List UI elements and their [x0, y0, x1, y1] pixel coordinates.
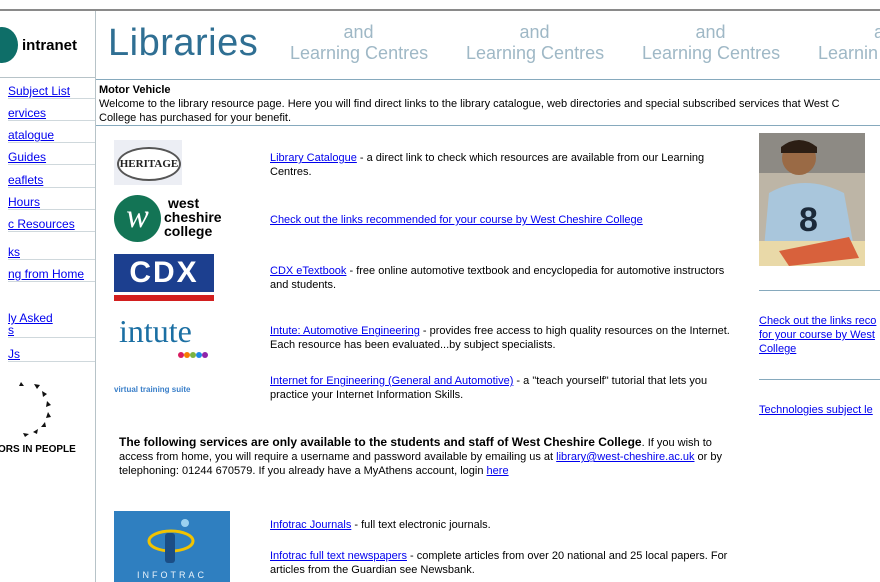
- top-border: [0, 9, 880, 11]
- sidebar-item-learning-from-home[interactable]: ng from Home: [8, 267, 95, 282]
- intute-dots-icon: [178, 349, 208, 361]
- header-divider: [96, 79, 880, 80]
- intro-divider: [96, 125, 880, 126]
- intute-link[interactable]: Intute: Automotive Engineering: [270, 325, 420, 337]
- cdx-logo-text: CDX: [114, 254, 214, 292]
- library-catalogue-link[interactable]: Library Catalogue: [270, 152, 357, 164]
- subscribed-services-note: The following services are only availabl…: [119, 435, 749, 478]
- cdx-logo[interactable]: CDX: [114, 254, 214, 302]
- sidebar-item-faq-line2[interactable]: s: [8, 323, 95, 338]
- resource-library-catalogue: Library Catalogue - a direct link to che…: [270, 151, 740, 179]
- slogan-2: and Learning Centres: [466, 22, 605, 63]
- resource-intute: Intute: Automotive Engineering - provide…: [270, 324, 740, 352]
- sidebar-item-links[interactable]: ks: [8, 245, 95, 260]
- right-course-links-link[interactable]: Check out the links reco for your course…: [759, 314, 876, 356]
- right-divider-1: [759, 290, 880, 291]
- resource-internet-for-engineering: Internet for Engineering (General and Au…: [270, 374, 740, 402]
- sidebar-item-hours[interactable]: Hours: [8, 195, 95, 210]
- infotrac-logo[interactable]: INFOTRAC: [114, 511, 230, 582]
- investors-in-people-text: ORS IN PEOPLE: [0, 444, 76, 455]
- sidebar-item-contact-us[interactable]: Js: [8, 347, 95, 362]
- heritage-logo-text: HERITAGE: [117, 147, 181, 181]
- infotrac-newspapers-link[interactable]: Infotrac full text newspapers: [270, 550, 407, 562]
- resource-cdx-etextbook: CDX eTextbook - free online automotive t…: [270, 264, 740, 292]
- myathens-login-link[interactable]: here: [487, 465, 509, 477]
- slogan-1: and Learning Centres: [290, 22, 429, 63]
- wcc-emblem-icon: w: [114, 195, 161, 242]
- resource-infotrac-journals: Infotrac Journals - full text electronic…: [270, 518, 740, 532]
- intro-text-line1: Welcome to the library resource page. He…: [99, 98, 840, 110]
- resource-course-links: Check out the links recommended for your…: [270, 213, 740, 227]
- infotrac-logo-text: INFOTRAC: [137, 570, 207, 580]
- intute-logo-text: intute: [119, 313, 192, 349]
- virtual-training-suite-logo[interactable]: virtual training suite: [114, 385, 234, 395]
- cdx-logo-bar: [114, 295, 214, 301]
- intro-text-line2: College has purchased for your benefit.: [99, 112, 292, 124]
- right-subject-leaflet-link[interactable]: Technologies subject le: [759, 403, 873, 417]
- wcc-logo-text: west cheshire college: [164, 195, 222, 239]
- sidebar-item-services[interactable]: ervices: [8, 106, 95, 121]
- svg-text:8: 8: [799, 201, 818, 239]
- sidebar-item-leaflets[interactable]: eaflets: [8, 173, 95, 188]
- laurel-wreath-icon: [19, 382, 51, 437]
- sidebar-item-subject-list[interactable]: Subject List: [8, 84, 95, 99]
- sidebar-item-catalogue[interactable]: atalogue: [8, 128, 95, 143]
- west-cheshire-college-logo[interactable]: w west cheshire college: [114, 193, 232, 245]
- slogan-3: and Learning Centres: [642, 22, 781, 63]
- infotrac-journals-desc: - full text electronic journals.: [351, 519, 491, 531]
- intro-section: Motor Vehicle Welcome to the library res…: [99, 83, 880, 125]
- right-divider-2: [759, 379, 880, 380]
- heritage-logo[interactable]: HERITAGE: [114, 140, 182, 185]
- resource-infotrac-newspapers: Infotrac full text newspapers - complete…: [270, 549, 740, 577]
- intranet-logo[interactable]: intranet: [0, 11, 95, 78]
- intranet-logo-icon: [0, 27, 18, 63]
- page-title: Libraries: [108, 22, 259, 64]
- cdx-etextbook-link[interactable]: CDX eTextbook: [270, 265, 346, 277]
- intranet-label: intranet: [22, 37, 78, 54]
- student-photo: 8: [759, 133, 865, 266]
- investors-in-people-logo: ORS IN PEOPLE: [0, 376, 95, 486]
- services-heading: The following services are only availabl…: [119, 435, 642, 449]
- course-links-link[interactable]: Check out the links recommended for your…: [270, 214, 643, 226]
- intute-logo[interactable]: intute: [114, 313, 224, 358]
- slogan-4: a Learnin: [818, 22, 880, 63]
- internet-for-engineering-link[interactable]: Internet for Engineering (General and Au…: [270, 375, 513, 387]
- sidebar-item-electronic-resources[interactable]: c Resources: [8, 217, 95, 232]
- sidebar-item-guides[interactable]: Guides: [8, 150, 95, 165]
- sidebar: intranet Subject List ervices atalogue G…: [0, 11, 96, 582]
- student-photo-illustration: 8: [759, 133, 865, 266]
- infotrac-journals-link[interactable]: Infotrac Journals: [270, 519, 351, 531]
- section-title: Motor Vehicle: [99, 84, 171, 96]
- library-email-link[interactable]: library@west-cheshire.ac.uk: [556, 451, 694, 463]
